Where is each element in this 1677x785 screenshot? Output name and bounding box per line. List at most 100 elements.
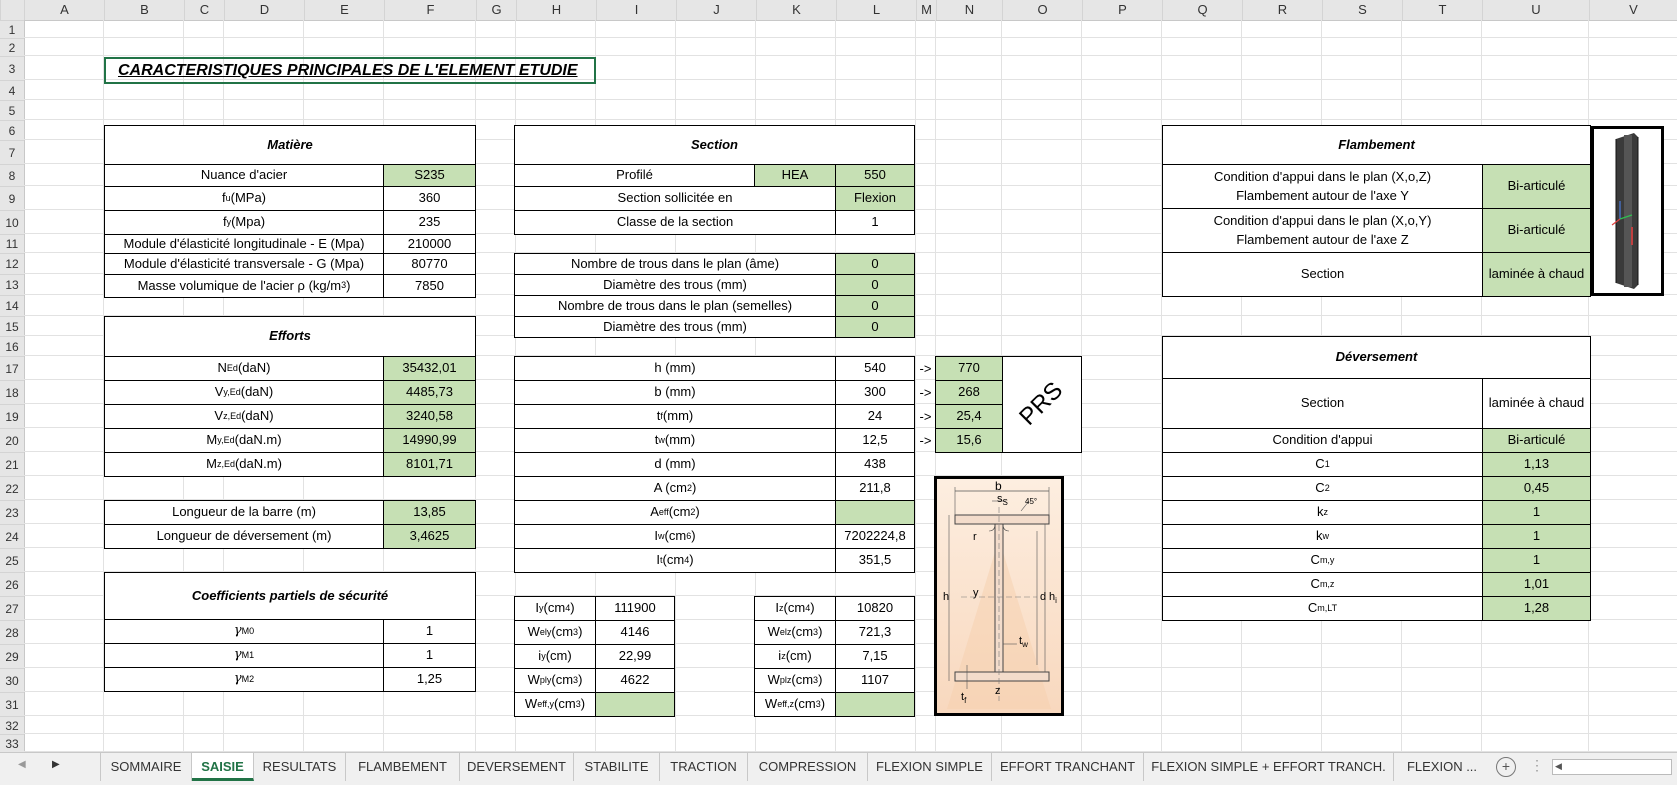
iz-value[interactable]: 10820 xyxy=(835,596,915,621)
column-header-c[interactable]: C xyxy=(184,0,224,20)
holes-flange-label[interactable]: Nombre de trous dans le plan (semelles) xyxy=(514,295,836,317)
kz-label[interactable]: kz xyxy=(1162,500,1483,525)
g-modulus-value[interactable]: 80770 xyxy=(383,253,476,275)
holes-flange-value[interactable]: 0 xyxy=(835,295,915,317)
cmz-value[interactable]: 1,01 xyxy=(1482,572,1591,597)
tab-scroll-right-icon[interactable]: ▶ xyxy=(52,759,60,770)
matiere-header[interactable]: Matière xyxy=(104,125,476,165)
page-title[interactable]: CARACTERISTIQUES PRINCIPALES DE L'ELEMEN… xyxy=(104,57,596,84)
row-header[interactable]: 17 xyxy=(0,356,24,380)
radius-y-label[interactable]: iy (cm) xyxy=(514,644,596,669)
iz-label[interactable]: Iz (cm 4) xyxy=(754,596,836,621)
column-header-q[interactable]: Q xyxy=(1162,0,1242,20)
hole-diameter-2-value[interactable]: 0 xyxy=(835,316,915,338)
aeff-label[interactable]: Aeff (cm 2) xyxy=(514,500,836,525)
column-header-f[interactable]: F xyxy=(384,0,476,20)
ned-value[interactable]: 35432,01 xyxy=(383,356,476,381)
column-header-u[interactable]: U xyxy=(1482,0,1589,20)
bar-length-value[interactable]: 13,85 xyxy=(383,500,476,525)
sheet-tab-flambement[interactable]: FLAMBEMENT xyxy=(346,753,460,781)
row-header[interactable]: 13 xyxy=(0,274,24,295)
row-header[interactable]: 27 xyxy=(0,596,24,620)
b-value[interactable]: 300 xyxy=(835,380,915,405)
e-modulus-label[interactable]: Module d'élasticité longitudinale - E (M… xyxy=(104,234,384,254)
fu-label[interactable]: fu (MPa) xyxy=(104,186,384,211)
radius-z-label[interactable]: iz (cm) xyxy=(754,644,836,669)
myed-label[interactable]: My,Ed (daN.m) xyxy=(104,428,384,453)
c1-label[interactable]: C1 xyxy=(1162,452,1483,477)
row-header[interactable]: 28 xyxy=(0,620,24,644)
tf-label[interactable]: tf (mm) xyxy=(514,404,836,429)
kz-value[interactable]: 1 xyxy=(1482,500,1591,525)
section-header[interactable]: Section xyxy=(514,125,915,165)
d-value[interactable]: 438 xyxy=(835,452,915,477)
gamma-m1-value[interactable]: 1 xyxy=(383,643,476,668)
column-header-a[interactable]: A xyxy=(24,0,104,20)
prs-box[interactable]: PRS xyxy=(1002,356,1082,453)
row-header[interactable]: 25 xyxy=(0,548,24,572)
row-header[interactable]: 11 xyxy=(0,234,24,253)
column-header-k[interactable]: K xyxy=(756,0,836,20)
column-header-h[interactable]: H xyxy=(516,0,596,20)
fy-label[interactable]: fy (Mpa) xyxy=(104,210,384,235)
lt-section-label[interactable]: Section xyxy=(1162,378,1483,429)
column-header-m[interactable]: M xyxy=(916,0,936,20)
row-header[interactable]: 6 xyxy=(0,120,24,140)
profile-size-value[interactable]: 550 xyxy=(835,164,915,187)
wely-value[interactable]: 4146 xyxy=(595,620,675,645)
column-header-n[interactable]: N xyxy=(936,0,1002,20)
vyed-label[interactable]: Vy,Ed (daN) xyxy=(104,380,384,405)
radius-y-value[interactable]: 22,99 xyxy=(595,644,675,669)
solicitation-value[interactable]: Flexion xyxy=(835,186,915,211)
gamma-m1-label[interactable]: γ M1 xyxy=(104,643,384,668)
buckling-z-label[interactable]: Condition d'appui dans le plan (X,o,Y) Fl… xyxy=(1162,208,1483,253)
sheet-tab-resultats[interactable]: RESULTATS xyxy=(254,753,346,781)
buckling-y-label[interactable]: Condition d'appui dans le plan (X,o,Z) Fl… xyxy=(1162,164,1483,209)
cmy-value[interactable]: 1 xyxy=(1482,548,1591,573)
scroll-left-icon[interactable]: ◀ xyxy=(1555,761,1562,772)
column-header-b[interactable]: B xyxy=(104,0,184,20)
g-modulus-label[interactable]: Module d'élasticité transversale - G (Mp… xyxy=(104,253,384,275)
cmy-label[interactable]: Cm,y xyxy=(1162,548,1483,573)
iw-value[interactable]: 7202224,8 xyxy=(835,524,915,549)
row-header[interactable]: 16 xyxy=(0,336,24,356)
select-all-corner[interactable] xyxy=(0,0,24,20)
efforts-header[interactable]: Efforts xyxy=(104,316,476,357)
mzed-label[interactable]: Mz,Ed (daN.m) xyxy=(104,452,384,477)
row-header[interactable]: 2 xyxy=(0,38,24,56)
section-class-value[interactable]: 1 xyxy=(835,210,915,235)
hole-diameter-1-label[interactable]: Diamètre des trous (mm) xyxy=(514,274,836,296)
tw-label[interactable]: tw (mm) xyxy=(514,428,836,453)
wely-label[interactable]: Wely (cm 3) xyxy=(514,620,596,645)
lt-support-label[interactable]: Condition d'appui xyxy=(1162,428,1483,453)
column-3d-image[interactable] xyxy=(1591,126,1664,296)
myed-value[interactable]: 14990,99 xyxy=(383,428,476,453)
row-header[interactable]: 31 xyxy=(0,692,24,716)
wplz-value[interactable]: 1107 xyxy=(835,668,915,693)
column-header-s[interactable]: S xyxy=(1322,0,1402,20)
lt-length-label[interactable]: Longueur de déversement (m) xyxy=(104,524,384,549)
coef-header[interactable]: Coefficients partiels de sécurité xyxy=(104,572,476,620)
it-value[interactable]: 351,5 xyxy=(835,548,915,573)
welz-value[interactable]: 721,3 xyxy=(835,620,915,645)
row-header[interactable]: 32 xyxy=(0,716,24,734)
nuance-value[interactable]: S235 xyxy=(383,164,476,187)
add-sheet-icon[interactable]: + xyxy=(1496,757,1516,777)
wplz-label[interactable]: Wplz (cm 3) xyxy=(754,668,836,693)
row-header[interactable]: 14 xyxy=(0,295,24,316)
column-header-t[interactable]: T xyxy=(1402,0,1482,20)
c1-value[interactable]: 1,13 xyxy=(1482,452,1591,477)
cmz-label[interactable]: Cm,z xyxy=(1162,572,1483,597)
buckling-section-label[interactable]: Section xyxy=(1162,252,1483,297)
row-header[interactable]: 18 xyxy=(0,380,24,404)
column-header-r[interactable]: R xyxy=(1242,0,1322,20)
radius-z-value[interactable]: 7,15 xyxy=(835,644,915,669)
cmlt-label[interactable]: Cm,LT xyxy=(1162,596,1483,621)
holes-web-label[interactable]: Nombre de trous dans le plan (âme) xyxy=(514,253,836,275)
h-value[interactable]: 540 xyxy=(835,356,915,381)
sheet-tab-stabilite[interactable]: STABILITE xyxy=(574,753,660,781)
column-header-g[interactable]: G xyxy=(476,0,516,20)
buckling-y-value[interactable]: Bi-articulé xyxy=(1482,164,1591,209)
sheet-tab-flexion-effort-tranch[interactable]: FLEXION SIMPLE + EFFORT TRANCH. xyxy=(1144,753,1394,781)
row-header[interactable]: 10 xyxy=(0,210,24,234)
